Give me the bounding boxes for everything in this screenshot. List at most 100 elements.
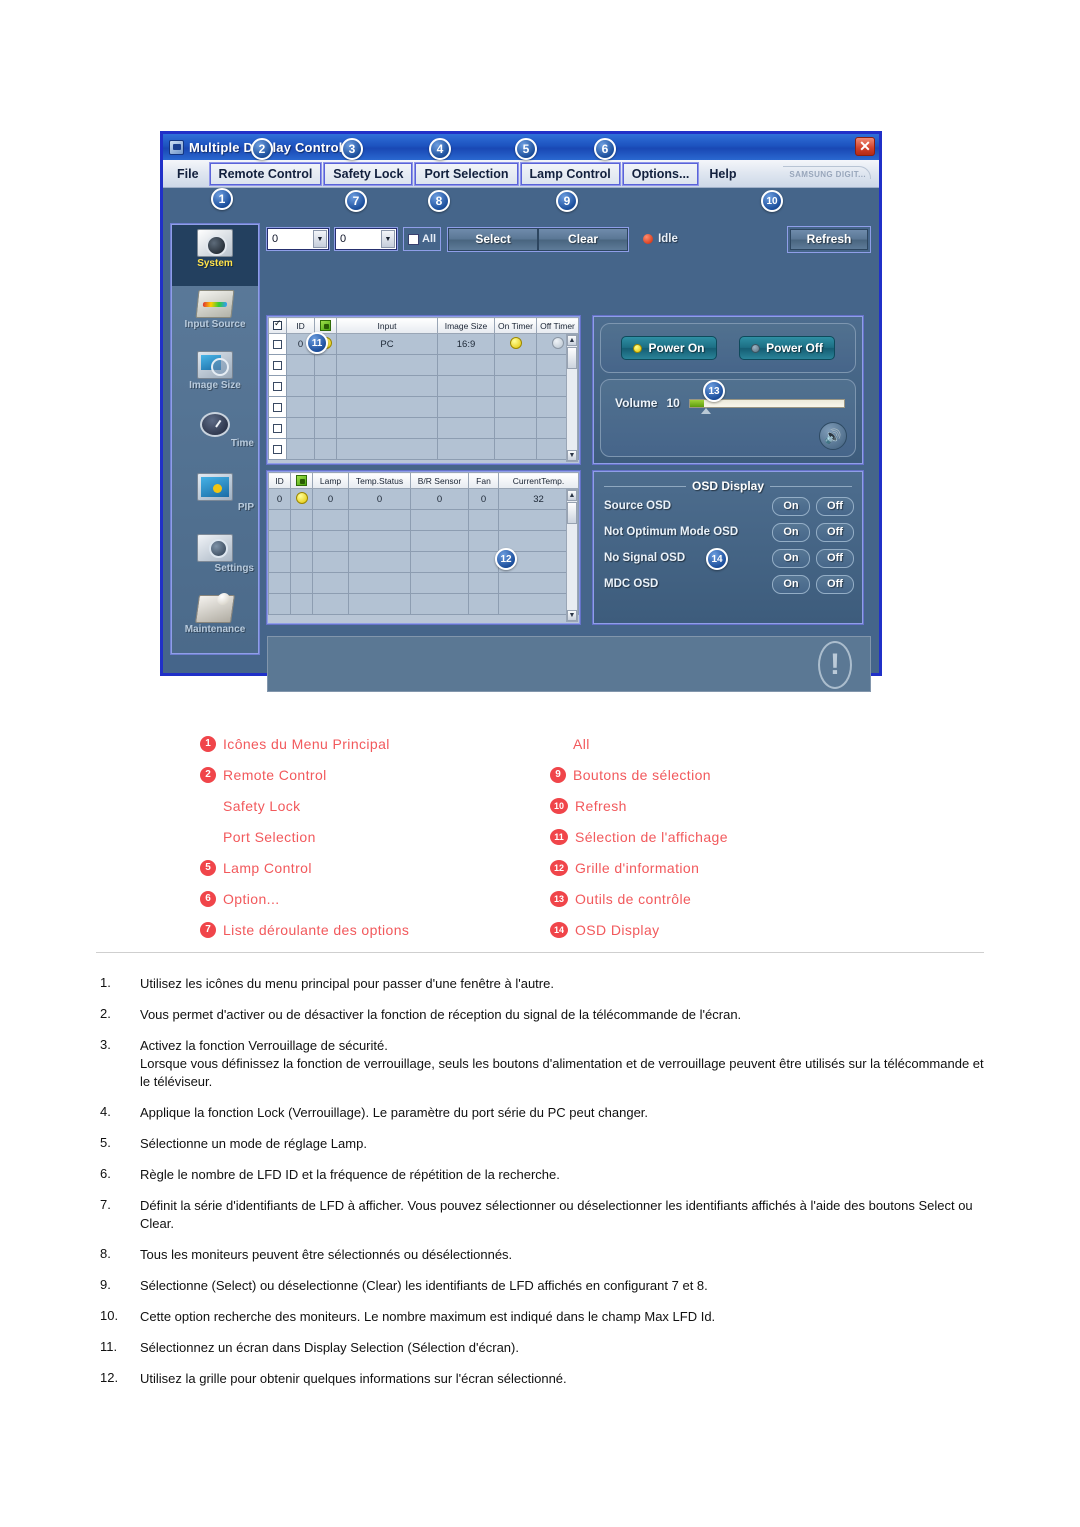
scrollbar-thumb[interactable] <box>567 347 577 369</box>
legend-label: Lamp Control <box>223 859 312 876</box>
table-row <box>268 417 579 439</box>
menu-item-lamp-control[interactable]: Lamp Control <box>519 161 621 186</box>
close-icon[interactable]: ✕ <box>855 137 875 156</box>
sidebar-item-system[interactable]: System <box>172 225 258 286</box>
sidebar-item-settings[interactable]: Settings <box>172 530 258 591</box>
display-grid-scrollbar[interactable]: ▲ ▼ <box>566 334 578 462</box>
cell-empty <box>336 375 438 397</box>
sidebar-label-image-size: Image Size <box>189 380 241 391</box>
sidebar-label-maintenance: Maintenance <box>184 624 246 635</box>
row-checkbox-cell[interactable] <box>268 375 287 397</box>
power-off-button[interactable]: Power Off <box>739 336 835 360</box>
cell-empty <box>494 396 537 418</box>
cell-id: 0 <box>268 488 291 510</box>
menu-item-remote-control[interactable]: Remote Control <box>208 161 323 186</box>
cell-empty <box>437 375 495 397</box>
legend-item-right-2: 10 Refresh <box>550 790 900 821</box>
cell-input: PC <box>336 333 438 355</box>
callout-badge-4: 4 <box>429 138 451 160</box>
note-text: Tous les moniteurs peuvent être sélectio… <box>140 1247 513 1262</box>
note-number: 3. <box>100 1037 111 1052</box>
legend-number-badge <box>200 798 216 814</box>
row-checkbox[interactable] <box>273 444 282 454</box>
cell-empty <box>312 509 349 531</box>
on-timer-led-icon <box>509 336 522 349</box>
row-checkbox[interactable] <box>273 423 282 433</box>
legend-item-left-6: 7 Liste déroulante des options <box>200 914 550 945</box>
legend-item-left-3: Port Selection <box>200 821 550 852</box>
menu-item-port-selection[interactable]: Port Selection <box>414 161 519 186</box>
row-checkbox-cell[interactable] <box>268 417 287 439</box>
cell-empty <box>410 530 469 552</box>
scroll-up-icon[interactable]: ▲ <box>567 490 577 501</box>
source-osd-off-button[interactable]: Off <box>816 496 854 516</box>
row-checkbox-cell[interactable] <box>268 333 287 355</box>
power-on-button[interactable]: Power On <box>621 336 717 360</box>
table-row <box>268 509 579 531</box>
chevron-down-icon[interactable]: ▼ <box>381 230 395 248</box>
sidebar-item-input-source[interactable]: Input Source <box>172 286 258 347</box>
row-checkbox[interactable] <box>273 381 282 391</box>
row-checkbox[interactable] <box>273 360 282 370</box>
row-checkbox[interactable] <box>273 339 282 349</box>
row-checkbox[interactable] <box>273 402 282 412</box>
row-checkbox-cell[interactable] <box>268 396 287 418</box>
lfd-id-to-dropdown[interactable]: 0 ▼ <box>334 227 398 251</box>
sidebar-item-image-size[interactable]: Image Size <box>172 347 258 408</box>
table-row[interactable]: 0 0 0 0 0 32 <box>268 488 579 510</box>
cell-empty <box>312 530 349 552</box>
mdc-osd-on-button[interactable]: On <box>772 574 810 594</box>
clear-button[interactable]: Clear <box>538 227 629 251</box>
scroll-down-icon[interactable]: ▼ <box>567 450 577 461</box>
cell-empty <box>348 551 411 573</box>
scroll-down-icon[interactable]: ▼ <box>567 610 577 621</box>
scrollbar-thumb[interactable] <box>567 502 577 524</box>
note-text: Cette option recherche des moniteurs. Le… <box>140 1309 716 1324</box>
menu-item-help[interactable]: Help <box>701 164 744 184</box>
volume-slider-fill <box>689 399 704 407</box>
speaker-icon[interactable]: 🔊 <box>819 422 847 450</box>
cell-empty <box>410 509 469 531</box>
all-checkbox-group[interactable]: All <box>403 227 442 251</box>
volume-controls-group: Volume 10 🔊 <box>600 379 856 457</box>
legend-label: Sélection de l'affichage <box>575 828 728 845</box>
sidebar-item-maintenance[interactable]: Maintenance <box>172 591 258 652</box>
cell-empty <box>290 509 313 531</box>
cell-empty <box>314 396 337 418</box>
clock-icon <box>200 412 230 437</box>
sidebar-item-pip[interactable]: PIP <box>172 469 258 530</box>
no-signal-osd-on-button[interactable]: On <box>772 548 810 568</box>
menu-item-options[interactable]: Options... <box>621 161 700 186</box>
select-button[interactable]: Select <box>448 227 539 251</box>
note-number: 5. <box>100 1135 111 1150</box>
lfd-id-from-dropdown[interactable]: 0 ▼ <box>266 227 330 251</box>
legend-number-badge: 13 <box>550 890 568 907</box>
no-signal-osd-off-button[interactable]: Off <box>816 548 854 568</box>
all-checkbox[interactable] <box>408 233 419 245</box>
row-checkbox-cell[interactable] <box>268 354 287 376</box>
menu-item-safety-lock[interactable]: Safety Lock <box>323 161 414 186</box>
note-text: Sélectionne un mode de réglage Lamp. <box>140 1136 367 1151</box>
menu-item-file[interactable]: File <box>169 164 207 184</box>
sidebar-label-pip: PIP <box>237 502 254 513</box>
sidebar-item-time[interactable]: Time <box>172 408 258 469</box>
table-row <box>268 593 579 615</box>
chevron-down-icon[interactable]: ▼ <box>313 230 327 248</box>
information-grid-scrollbar[interactable]: ▲ ▼ <box>566 489 578 622</box>
not-optimum-osd-on-button[interactable]: On <box>772 522 810 542</box>
information-grid[interactable]: ID Lamp Temp.Status B/R Sensor Fan Curre… <box>266 470 581 625</box>
scroll-up-icon[interactable]: ▲ <box>567 335 577 346</box>
refresh-button[interactable]: Refresh <box>790 228 868 250</box>
mdc-osd-off-button[interactable]: Off <box>816 574 854 594</box>
row-checkbox-cell[interactable] <box>268 438 287 460</box>
col-select-all[interactable] <box>268 317 287 334</box>
legend-item-left-0: 1 Icônes du Menu Principal <box>200 728 550 759</box>
cell-empty <box>314 354 337 376</box>
application-body: System Input Source Image Size Time PIP … <box>163 188 879 692</box>
volume-slider-handle[interactable] <box>700 407 711 414</box>
cell-empty <box>336 354 438 376</box>
source-osd-on-button[interactable]: On <box>772 496 810 516</box>
not-optimum-osd-off-button[interactable]: Off <box>816 522 854 542</box>
legend-item-left-4: 5 Lamp Control <box>200 852 550 883</box>
select-all-checkbox[interactable] <box>273 319 282 330</box>
